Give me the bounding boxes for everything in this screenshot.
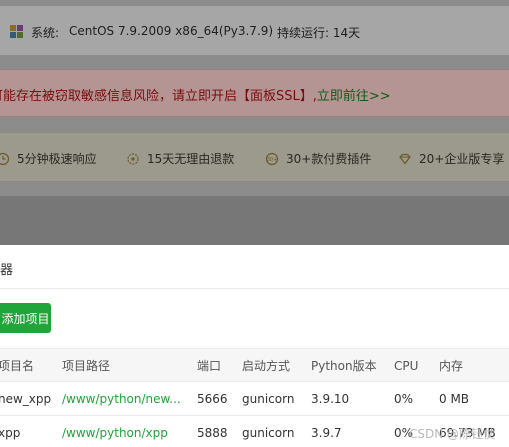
feature-item: 20+企业版专享 xyxy=(398,150,504,167)
refund-icon xyxy=(127,152,139,165)
features-bar: 5分钟极速响应 15天无理由退款 30+ 30+款付费插件 20+企业版专享 xyxy=(0,132,509,182)
svg-text:30+: 30+ xyxy=(267,157,278,163)
modal-title: 器 xyxy=(0,263,14,278)
project-memory: 0 MB xyxy=(439,392,470,406)
feature-item: 15天无理由退款 xyxy=(126,150,234,167)
background-strip xyxy=(0,196,509,247)
feature-item: 5分钟极速响应 xyxy=(0,150,97,167)
system-os: CentOS 7.9.2009 x86_64(Py3.7.9) xyxy=(69,24,274,38)
project-path-link[interactable]: /www/python/new... xyxy=(62,382,181,416)
system-uptime: 持续运行: 14天 xyxy=(277,26,361,40)
project-path-link[interactable]: /www/python/xpp xyxy=(62,416,168,447)
ssl-warning-banner: 可能存在被窃取敏感信息风险，请立即开启【面板SSL】,立即前往>> xyxy=(0,69,509,117)
project-start-mode: gunicorn xyxy=(242,392,295,406)
column-header: 项目路径 xyxy=(62,359,111,373)
clock-icon xyxy=(0,152,10,165)
project-start-mode: gunicorn xyxy=(242,426,295,440)
column-header: 内存 xyxy=(439,359,464,373)
project-python-version: 3.9.10 xyxy=(311,392,350,406)
feature-label: 30+款付费插件 xyxy=(286,152,372,166)
column-header: 端口 xyxy=(197,359,222,373)
project-cpu: 0% xyxy=(394,392,414,406)
feature-label: 15天无理由退款 xyxy=(147,152,235,166)
ssl-warning-link[interactable]: 立即前往>> xyxy=(317,89,391,104)
column-header: 启动方式 xyxy=(242,359,291,373)
column-header: CPU xyxy=(394,359,419,373)
feature-label: 5分钟极速响应 xyxy=(17,152,97,166)
column-header: Python版本 xyxy=(311,359,377,373)
ssl-warning-text: 可能存在被窃取敏感信息风险，请立即开启【面板SSL】, xyxy=(0,89,317,104)
column-header: 项目名 xyxy=(0,359,35,373)
system-info-bar: 系统: CentOS 7.9.2009 x86_64(Py3.7.9) 持续运行… xyxy=(0,6,509,56)
project-name[interactable]: new_xpp xyxy=(0,382,51,416)
plugin-icon: 30+ xyxy=(265,152,279,165)
project-name[interactable]: xpp xyxy=(0,416,20,447)
project-port: 5888 xyxy=(197,426,228,440)
diamond-icon xyxy=(399,153,411,164)
feature-item: 30+ 30+款付费插件 xyxy=(265,150,371,167)
add-project-button[interactable]: 添加项目 xyxy=(0,303,51,333)
python-project-manager-modal: 器 添加项目 项目名 项目路径 端口 启动方式 Python版本 CPU 内存 … xyxy=(0,245,509,447)
csdn-watermark: CSDN @陈钰仗 xyxy=(408,427,495,441)
feature-label: 20+企业版专享 xyxy=(419,152,505,166)
table-row: new_xpp /www/python/new... 5666 gunicorn… xyxy=(0,382,509,416)
project-port: 5666 xyxy=(197,392,228,406)
dimmed-dashboard: 系统: CentOS 7.9.2009 x86_64(Py3.7.9) 持续运行… xyxy=(0,0,509,247)
centos-logo-icon xyxy=(10,25,24,39)
modal-header: 器 xyxy=(0,245,509,289)
system-label: 系统: xyxy=(31,26,60,40)
project-python-version: 3.9.7 xyxy=(311,426,342,440)
table-header-row: 项目名 项目路径 端口 启动方式 Python版本 CPU 内存 xyxy=(0,348,509,382)
